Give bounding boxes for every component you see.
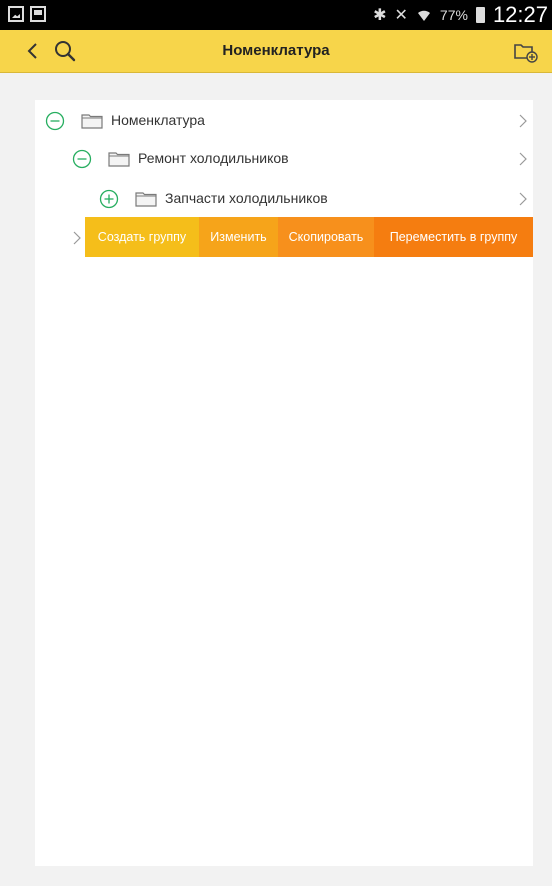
tree-panel: Номенклатура Ремонт холодильников Запчас… [35, 100, 533, 866]
expand-icon[interactable] [99, 189, 119, 209]
battery-icon [475, 7, 485, 23]
status-left-icons [8, 6, 46, 22]
wifi-icon [417, 10, 430, 21]
action-buttons: Создать группу Изменить Скопировать Пере… [85, 217, 533, 257]
battery-percent: 77% [439, 7, 468, 23]
status-right: ✱ ✕ 77% 12:27 [373, 0, 548, 30]
create-group-button[interactable]: Создать группу [85, 217, 199, 257]
tree-item-label: Ремонт холодильников [138, 150, 289, 166]
edit-button[interactable]: Изменить [199, 217, 278, 257]
chevron-right-icon[interactable] [519, 114, 527, 128]
chevron-right-icon[interactable] [73, 231, 81, 245]
collapse-icon[interactable] [72, 149, 92, 169]
page-title: Номенклатура [222, 42, 330, 59]
tree-item-fridge-parts[interactable]: Запчасти холодильников [35, 180, 533, 218]
chevron-right-icon[interactable] [519, 192, 527, 206]
folder-icon [135, 192, 157, 207]
mute-icon: ✕ [394, 7, 408, 24]
copy-button[interactable]: Скопировать [278, 217, 374, 257]
chevron-right-icon[interactable] [519, 152, 527, 166]
app-bar: Номенклатура [0, 30, 552, 73]
screen-icon [30, 6, 46, 22]
status-bar: ✱ ✕ 77% 12:27 [0, 0, 552, 30]
bluetooth-icon: ✱ [373, 7, 387, 24]
tree-item-fridge-repair[interactable]: Ремонт холодильников [35, 140, 533, 178]
move-to-group-button[interactable]: Переместить в группу [374, 217, 533, 257]
tree-item-nomenclature[interactable]: Номенклатура [35, 102, 533, 140]
gallery-icon [8, 6, 24, 22]
collapse-icon[interactable] [45, 111, 65, 131]
add-folder-icon[interactable] [512, 38, 540, 64]
tree-item-label: Номенклатура [111, 112, 205, 128]
tree-item-label: Запчасти холодильников [165, 190, 328, 206]
clock: 12:27 [492, 2, 548, 27]
swipe-actions-row: Создать группу Изменить Скопировать Пере… [35, 217, 533, 257]
folder-icon [108, 152, 130, 167]
folder-icon [81, 114, 103, 129]
